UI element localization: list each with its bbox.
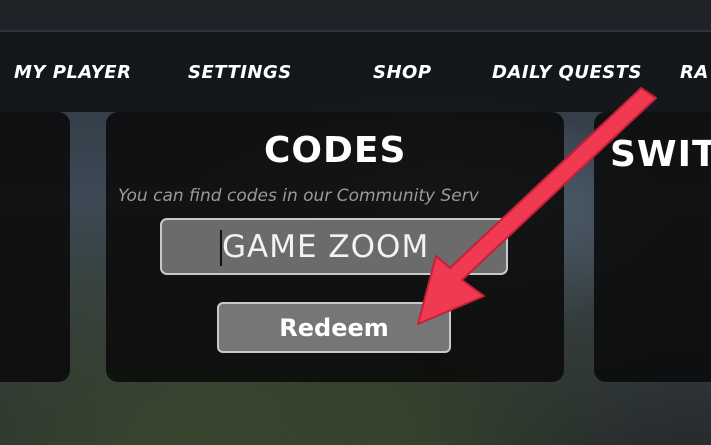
nav-tab-shop[interactable]: SHOP (373, 62, 432, 83)
nav-tab-daily-quests[interactable]: DAILY QUESTS (492, 62, 642, 83)
top-bar (0, 0, 711, 30)
codes-subtitle: You can find codes in our Community Serv (118, 186, 479, 206)
nav-tab-partial[interactable]: RA (680, 62, 709, 83)
switch-title: SWIT (610, 134, 711, 175)
code-input[interactable] (160, 218, 508, 275)
nav-tab-settings[interactable]: SETTINGS (188, 62, 292, 83)
left-panel (0, 112, 70, 382)
redeem-button[interactable]: Redeem (217, 302, 451, 353)
text-caret (220, 230, 222, 266)
nav-tab-my-player[interactable]: MY PLAYER (14, 62, 131, 83)
codes-title: CODES (264, 130, 407, 171)
